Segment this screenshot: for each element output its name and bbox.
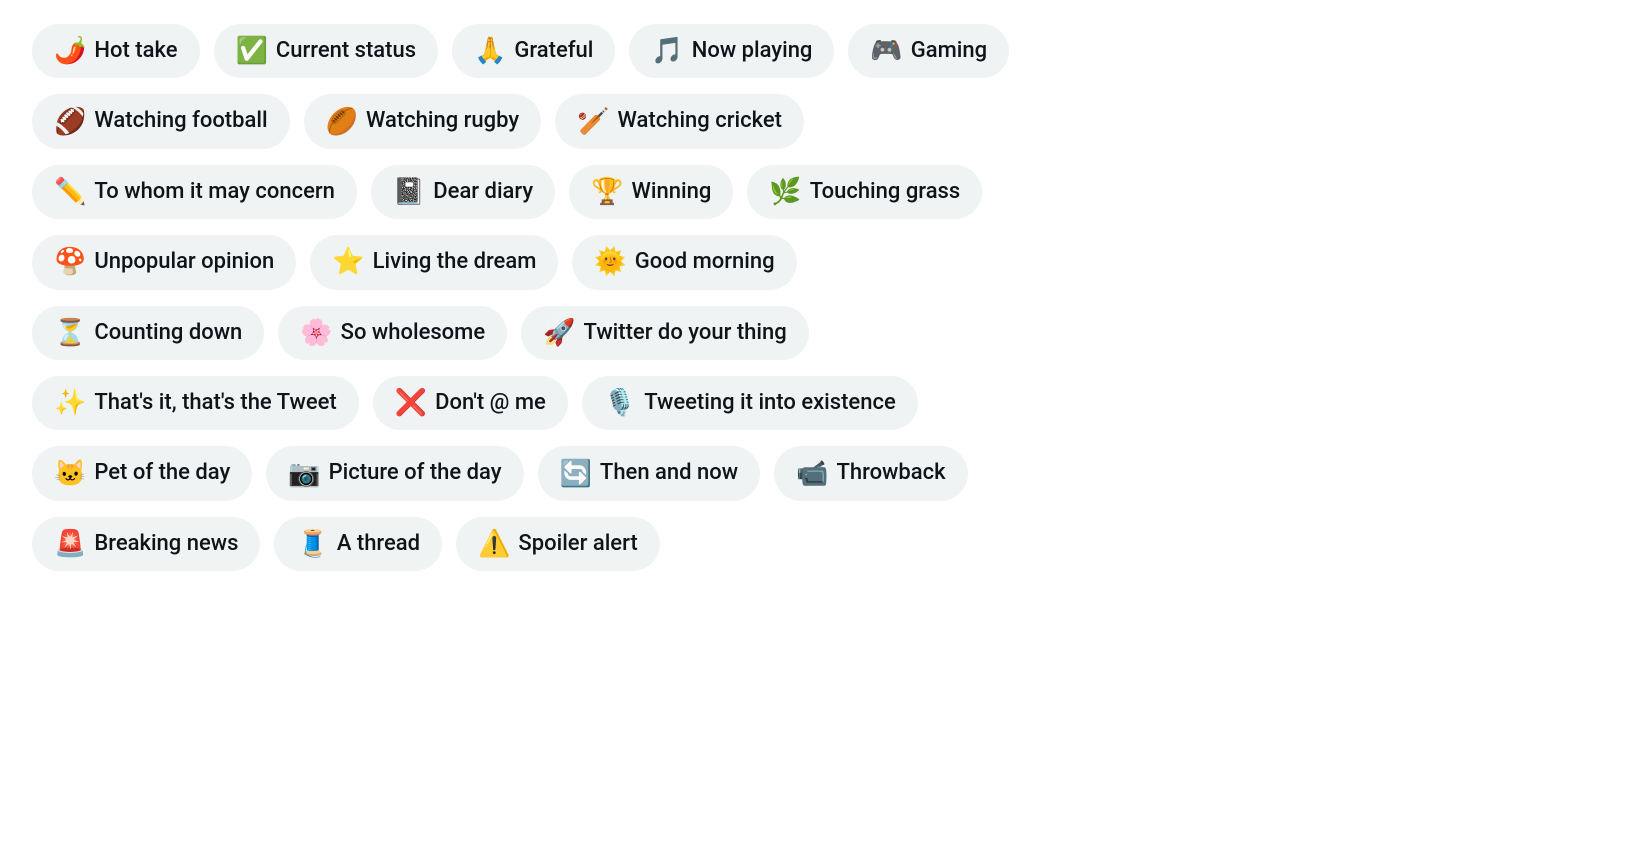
breaking-news-emoji: 🚨 — [54, 531, 86, 557]
now-playing-label: Now playing — [692, 38, 813, 64]
so-wholesome-emoji: 🌸 — [300, 320, 332, 346]
pill-picture-of-the-day[interactable]: 📷 Picture of the day — [266, 446, 523, 500]
so-wholesome-label: So wholesome — [341, 320, 485, 346]
twitter-do-your-thing-emoji: 🚀 — [543, 320, 575, 346]
pet-of-the-day-label: Pet of the day — [94, 460, 230, 486]
a-thread-emoji: 🧵 — [296, 531, 328, 557]
watching-rugby-emoji: 🏉 — [326, 109, 358, 135]
pill-now-playing[interactable]: 🎵 Now playing — [629, 24, 834, 78]
pills-container: 🌶️ Hot take ✅ Current status 🙏 Grateful 🎵 Now p… — [32, 24, 1614, 571]
pill-hot-take[interactable]: 🌶️ Hot take — [32, 24, 200, 78]
pill-thats-it[interactable]: ✨ That's it, that's the Tweet — [32, 376, 359, 430]
picture-of-the-day-emoji: 📷 — [288, 461, 320, 487]
living-the-dream-emoji: ⭐ — [332, 249, 364, 275]
pills-row-1: 🏈 Watching football 🏉 Watching rugby 🏏 Watchi… — [32, 94, 1614, 148]
hot-take-emoji: 🌶️ — [54, 38, 86, 64]
pill-watching-rugby[interactable]: 🏉 Watching rugby — [304, 94, 542, 148]
pill-unpopular-opinion[interactable]: 🍄 Unpopular opinion — [32, 235, 296, 289]
to-whom-it-may-concern-emoji: ✏️ — [54, 179, 86, 205]
tweeting-into-existence-label: Tweeting it into existence — [644, 390, 896, 416]
pills-row-3: 🍄 Unpopular opinion ⭐ Living the dream 🌞 Good… — [32, 235, 1614, 289]
pills-row-2: ✏️ To whom it may concern 📓 Dear diary 🏆 Winn… — [32, 165, 1614, 219]
spoiler-alert-label: Spoiler alert — [518, 531, 637, 557]
pills-row-0: 🌶️ Hot take ✅ Current status 🙏 Grateful 🎵 Now p… — [32, 24, 1614, 78]
gaming-emoji: 🎮 — [870, 38, 902, 64]
pill-gaming[interactable]: 🎮 Gaming — [848, 24, 1009, 78]
then-and-now-emoji: 🔄 — [560, 461, 592, 487]
thats-it-label: That's it, that's the Tweet — [94, 390, 336, 416]
pill-counting-down[interactable]: ⏳ Counting down — [32, 306, 264, 360]
pet-of-the-day-emoji: 🐱 — [54, 461, 86, 487]
watching-football-emoji: 🏈 — [54, 109, 86, 135]
now-playing-emoji: 🎵 — [651, 38, 683, 64]
pills-row-5: ✨ That's it, that's the Tweet ❌ Don't @ me 🎙… — [32, 376, 1614, 430]
throwback-emoji: 📹 — [796, 461, 828, 487]
dont-at-me-label: Don't @ me — [435, 390, 546, 416]
watching-football-label: Watching football — [94, 108, 267, 134]
unpopular-opinion-emoji: 🍄 — [54, 249, 86, 275]
tweeting-into-existence-emoji: 🎙️ — [604, 390, 636, 416]
pill-throwback[interactable]: 📹 Throwback — [774, 446, 968, 500]
pill-dont-at-me[interactable]: ❌ Don't @ me — [373, 376, 568, 430]
pill-watching-football[interactable]: 🏈 Watching football — [32, 94, 290, 148]
counting-down-emoji: ⏳ — [54, 320, 86, 346]
unpopular-opinion-label: Unpopular opinion — [94, 249, 274, 275]
pill-living-the-dream[interactable]: ⭐ Living the dream — [310, 235, 558, 289]
good-morning-label: Good morning — [635, 249, 775, 275]
dont-at-me-emoji: ❌ — [395, 390, 427, 416]
pill-then-and-now[interactable]: 🔄 Then and now — [538, 446, 761, 500]
hot-take-label: Hot take — [94, 38, 177, 64]
a-thread-label: A thread — [337, 531, 420, 557]
pill-tweeting-into-existence[interactable]: 🎙️ Tweeting it into existence — [582, 376, 918, 430]
spoiler-alert-emoji: ⚠️ — [478, 531, 510, 557]
pill-breaking-news[interactable]: 🚨 Breaking news — [32, 517, 260, 571]
pill-pet-of-the-day[interactable]: 🐱 Pet of the day — [32, 446, 252, 500]
pills-row-4: ⏳ Counting down 🌸 So wholesome 🚀 Twitter do y… — [32, 306, 1614, 360]
touching-grass-label: Touching grass — [810, 179, 961, 205]
touching-grass-emoji: 🌿 — [769, 179, 801, 205]
winning-label: Winning — [632, 179, 712, 205]
counting-down-label: Counting down — [94, 320, 242, 346]
breaking-news-label: Breaking news — [94, 531, 238, 557]
current-status-emoji: ✅ — [236, 38, 268, 64]
grateful-emoji: 🙏 — [474, 38, 506, 64]
current-status-label: Current status — [276, 38, 416, 64]
dear-diary-label: Dear diary — [433, 179, 533, 205]
living-the-dream-label: Living the dream — [373, 249, 537, 275]
pill-a-thread[interactable]: 🧵 A thread — [274, 517, 442, 571]
dear-diary-emoji: 📓 — [393, 179, 425, 205]
gaming-label: Gaming — [911, 38, 987, 64]
watching-cricket-label: Watching cricket — [618, 108, 782, 134]
good-morning-emoji: 🌞 — [594, 249, 626, 275]
pill-grateful[interactable]: 🙏 Grateful — [452, 24, 615, 78]
pills-row-6: 🐱 Pet of the day 📷 Picture of the day 🔄 Then … — [32, 446, 1614, 500]
pill-watching-cricket[interactable]: 🏏 Watching cricket — [555, 94, 804, 148]
pill-winning[interactable]: 🏆 Winning — [569, 165, 733, 219]
winning-emoji: 🏆 — [591, 179, 623, 205]
pill-dear-diary[interactable]: 📓 Dear diary — [371, 165, 555, 219]
pill-spoiler-alert[interactable]: ⚠️ Spoiler alert — [456, 517, 660, 571]
throwback-label: Throwback — [836, 460, 945, 486]
pill-twitter-do-your-thing[interactable]: 🚀 Twitter do your thing — [521, 306, 809, 360]
pill-touching-grass[interactable]: 🌿 Touching grass — [747, 165, 982, 219]
grateful-label: Grateful — [514, 38, 593, 64]
thats-it-emoji: ✨ — [54, 390, 86, 416]
to-whom-it-may-concern-label: To whom it may concern — [94, 179, 335, 205]
watching-cricket-emoji: 🏏 — [577, 109, 609, 135]
pill-current-status[interactable]: ✅ Current status — [214, 24, 439, 78]
watching-rugby-label: Watching rugby — [366, 108, 519, 134]
pill-good-morning[interactable]: 🌞 Good morning — [572, 235, 796, 289]
picture-of-the-day-label: Picture of the day — [329, 460, 502, 486]
pills-row-7: 🚨 Breaking news 🧵 A thread ⚠️ Spoiler alert — [32, 517, 1614, 571]
twitter-do-your-thing-label: Twitter do your thing — [583, 320, 786, 346]
then-and-now-label: Then and now — [600, 460, 738, 486]
pill-to-whom-it-may-concern[interactable]: ✏️ To whom it may concern — [32, 165, 357, 219]
pill-so-wholesome[interactable]: 🌸 So wholesome — [278, 306, 507, 360]
